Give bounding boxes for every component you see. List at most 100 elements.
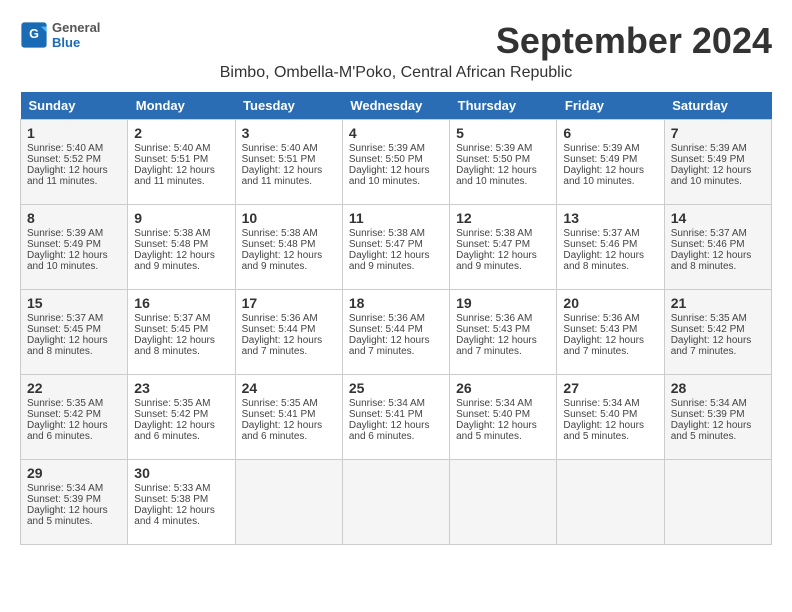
daylight-label: Daylight: 12 hours and 5 minutes.: [563, 420, 644, 442]
sunset-label: Sunset: 5:42 PM: [27, 409, 101, 420]
sunrise-label: Sunrise: 5:39 AM: [349, 143, 425, 154]
table-row: 26 Sunrise: 5:34 AM Sunset: 5:40 PM Dayl…: [450, 375, 557, 460]
day-number: 12: [456, 210, 550, 226]
day-number: 10: [242, 210, 336, 226]
table-row: [235, 460, 342, 545]
sunrise-label: Sunrise: 5:36 AM: [349, 313, 425, 324]
table-row: 17 Sunrise: 5:36 AM Sunset: 5:44 PM Dayl…: [235, 290, 342, 375]
calendar-week-row: 29 Sunrise: 5:34 AM Sunset: 5:39 PM Dayl…: [21, 460, 772, 545]
table-row: 3 Sunrise: 5:40 AM Sunset: 5:51 PM Dayli…: [235, 120, 342, 205]
sunset-label: Sunset: 5:44 PM: [242, 324, 316, 335]
sunset-label: Sunset: 5:41 PM: [349, 409, 423, 420]
sunset-label: Sunset: 5:49 PM: [671, 154, 745, 165]
sunset-label: Sunset: 5:50 PM: [456, 154, 530, 165]
table-row: 14 Sunrise: 5:37 AM Sunset: 5:46 PM Dayl…: [664, 205, 771, 290]
calendar-header-row: Sunday Monday Tuesday Wednesday Thursday…: [21, 92, 772, 120]
logo-icon: G: [20, 21, 48, 49]
table-row: 18 Sunrise: 5:36 AM Sunset: 5:44 PM Dayl…: [342, 290, 449, 375]
sunrise-label: Sunrise: 5:38 AM: [349, 228, 425, 239]
calendar-week-row: 15 Sunrise: 5:37 AM Sunset: 5:45 PM Dayl…: [21, 290, 772, 375]
sunset-label: Sunset: 5:42 PM: [134, 409, 208, 420]
sunset-label: Sunset: 5:40 PM: [563, 409, 637, 420]
sunset-label: Sunset: 5:42 PM: [671, 324, 745, 335]
sunrise-label: Sunrise: 5:36 AM: [563, 313, 639, 324]
daylight-label: Daylight: 12 hours and 10 minutes.: [27, 250, 108, 272]
day-number: 29: [27, 465, 121, 481]
daylight-label: Daylight: 12 hours and 10 minutes.: [563, 165, 644, 187]
table-row: [342, 460, 449, 545]
table-row: 6 Sunrise: 5:39 AM Sunset: 5:49 PM Dayli…: [557, 120, 664, 205]
day-number: 20: [563, 295, 657, 311]
subtitle: Bimbo, Ombella-M'Poko, Central African R…: [20, 64, 772, 82]
sunset-label: Sunset: 5:48 PM: [134, 239, 208, 250]
table-row: 23 Sunrise: 5:35 AM Sunset: 5:42 PM Dayl…: [128, 375, 235, 460]
sunset-label: Sunset: 5:39 PM: [27, 494, 101, 505]
table-row: 19 Sunrise: 5:36 AM Sunset: 5:43 PM Dayl…: [450, 290, 557, 375]
sunrise-label: Sunrise: 5:37 AM: [27, 313, 103, 324]
sunrise-label: Sunrise: 5:40 AM: [27, 143, 103, 154]
day-number: 17: [242, 295, 336, 311]
daylight-label: Daylight: 12 hours and 5 minutes.: [671, 420, 752, 442]
sunrise-label: Sunrise: 5:36 AM: [242, 313, 318, 324]
day-number: 15: [27, 295, 121, 311]
sunset-label: Sunset: 5:41 PM: [242, 409, 316, 420]
sunset-label: Sunset: 5:44 PM: [349, 324, 423, 335]
sunrise-label: Sunrise: 5:38 AM: [242, 228, 318, 239]
table-row: 11 Sunrise: 5:38 AM Sunset: 5:47 PM Dayl…: [342, 205, 449, 290]
daylight-label: Daylight: 12 hours and 8 minutes.: [27, 335, 108, 357]
daylight-label: Daylight: 12 hours and 10 minutes.: [349, 165, 430, 187]
svg-text:G: G: [29, 27, 39, 41]
table-row: 13 Sunrise: 5:37 AM Sunset: 5:46 PM Dayl…: [557, 205, 664, 290]
sunrise-label: Sunrise: 5:34 AM: [563, 398, 639, 409]
daylight-label: Daylight: 12 hours and 9 minutes.: [349, 250, 430, 272]
day-number: 19: [456, 295, 550, 311]
daylight-label: Daylight: 12 hours and 9 minutes.: [134, 250, 215, 272]
daylight-label: Daylight: 12 hours and 8 minutes.: [563, 250, 644, 272]
table-row: 9 Sunrise: 5:38 AM Sunset: 5:48 PM Dayli…: [128, 205, 235, 290]
logo-blue: Blue: [52, 35, 80, 50]
sunrise-label: Sunrise: 5:39 AM: [563, 143, 639, 154]
col-saturday: Saturday: [664, 92, 771, 120]
sunset-label: Sunset: 5:51 PM: [134, 154, 208, 165]
day-number: 30: [134, 465, 228, 481]
table-row: [557, 460, 664, 545]
day-number: 5: [456, 125, 550, 141]
day-number: 9: [134, 210, 228, 226]
daylight-label: Daylight: 12 hours and 10 minutes.: [456, 165, 537, 187]
daylight-label: Daylight: 12 hours and 11 minutes.: [242, 165, 323, 187]
table-row: 7 Sunrise: 5:39 AM Sunset: 5:49 PM Dayli…: [664, 120, 771, 205]
daylight-label: Daylight: 12 hours and 8 minutes.: [671, 250, 752, 272]
sunrise-label: Sunrise: 5:40 AM: [242, 143, 318, 154]
day-number: 6: [563, 125, 657, 141]
sunrise-label: Sunrise: 5:37 AM: [134, 313, 210, 324]
col-monday: Monday: [128, 92, 235, 120]
sunrise-label: Sunrise: 5:35 AM: [671, 313, 747, 324]
logo-general: General: [52, 20, 100, 35]
table-row: 4 Sunrise: 5:39 AM Sunset: 5:50 PM Dayli…: [342, 120, 449, 205]
sunrise-label: Sunrise: 5:39 AM: [456, 143, 532, 154]
sunset-label: Sunset: 5:39 PM: [671, 409, 745, 420]
daylight-label: Daylight: 12 hours and 6 minutes.: [242, 420, 323, 442]
day-number: 24: [242, 380, 336, 396]
sunrise-label: Sunrise: 5:35 AM: [27, 398, 103, 409]
daylight-label: Daylight: 12 hours and 7 minutes.: [456, 335, 537, 357]
calendar-week-row: 8 Sunrise: 5:39 AM Sunset: 5:49 PM Dayli…: [21, 205, 772, 290]
daylight-label: Daylight: 12 hours and 9 minutes.: [242, 250, 323, 272]
sunset-label: Sunset: 5:49 PM: [27, 239, 101, 250]
day-number: 25: [349, 380, 443, 396]
table-row: 8 Sunrise: 5:39 AM Sunset: 5:49 PM Dayli…: [21, 205, 128, 290]
day-number: 28: [671, 380, 765, 396]
sunset-label: Sunset: 5:47 PM: [456, 239, 530, 250]
daylight-label: Daylight: 12 hours and 7 minutes.: [671, 335, 752, 357]
sunrise-label: Sunrise: 5:39 AM: [27, 228, 103, 239]
sunrise-label: Sunrise: 5:37 AM: [563, 228, 639, 239]
day-number: 27: [563, 380, 657, 396]
table-row: [664, 460, 771, 545]
day-number: 13: [563, 210, 657, 226]
daylight-label: Daylight: 12 hours and 9 minutes.: [456, 250, 537, 272]
sunrise-label: Sunrise: 5:34 AM: [349, 398, 425, 409]
daylight-label: Daylight: 12 hours and 6 minutes.: [27, 420, 108, 442]
table-row: 12 Sunrise: 5:38 AM Sunset: 5:47 PM Dayl…: [450, 205, 557, 290]
table-row: 5 Sunrise: 5:39 AM Sunset: 5:50 PM Dayli…: [450, 120, 557, 205]
sunset-label: Sunset: 5:47 PM: [349, 239, 423, 250]
